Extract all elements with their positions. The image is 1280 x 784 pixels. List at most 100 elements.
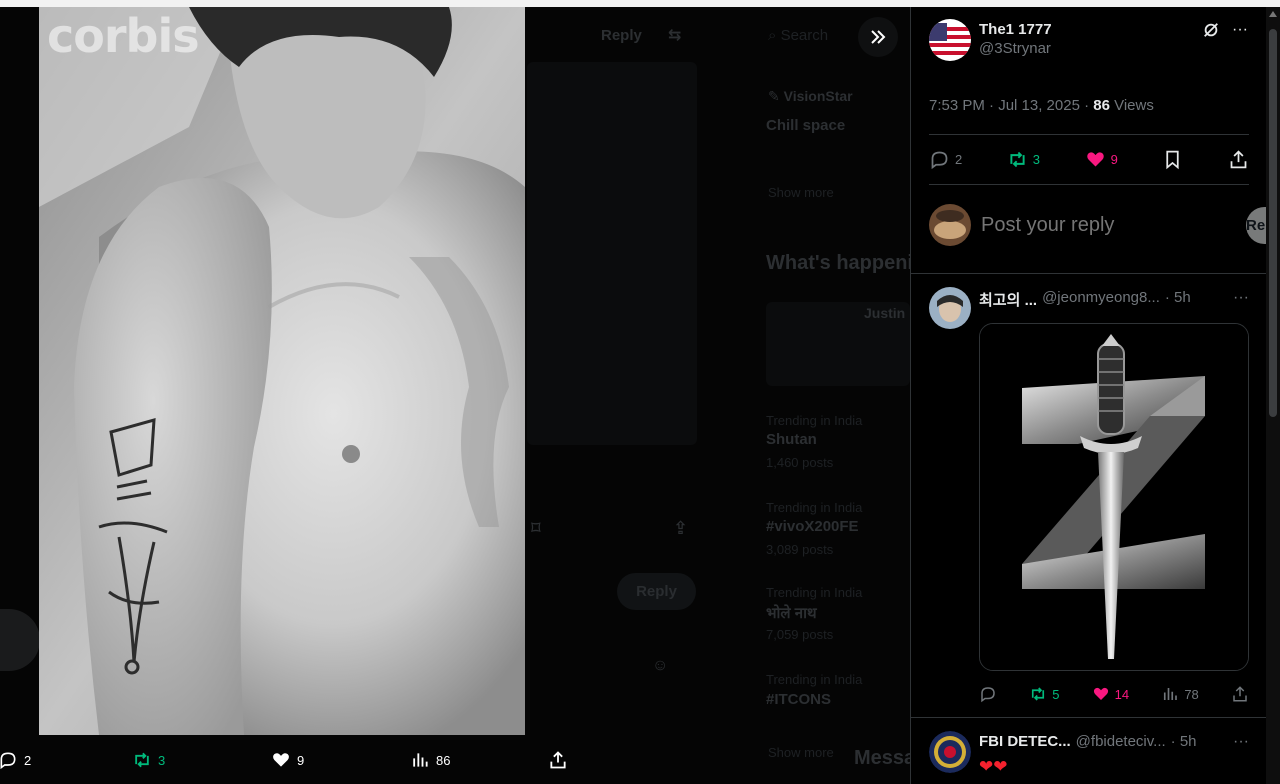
media-reply-count: 2 — [24, 752, 32, 768]
media-views-button[interactable]: 86 — [410, 750, 450, 770]
bg-trend-count: 7,059 posts — [766, 627, 834, 642]
collapse-panel-button[interactable] — [858, 17, 898, 57]
bookmark-button[interactable] — [1162, 149, 1183, 170]
bg-reply-pill: Reply — [617, 573, 696, 610]
media-reply-button[interactable]: 2 — [0, 750, 31, 770]
user-avatar-image — [929, 204, 971, 246]
reply-time[interactable]: · 5h — [1165, 289, 1191, 310]
bg-post-text: Chill space — [766, 117, 846, 134]
more-options-icon[interactable]: ··· — [1232, 21, 1248, 44]
reply-text: ❤❤ — [979, 757, 1008, 776]
bg-trend-context: Trending in India — [766, 413, 863, 428]
bg-emoji-icon: ☺ — [652, 657, 669, 674]
heart-icon — [273, 753, 289, 767]
author-handle[interactable]: @3Strynar — [979, 40, 1052, 57]
bg-swap-icon: ⇆ — [668, 27, 682, 44]
bg-trend-count: 1,460 posts — [766, 455, 834, 470]
reply-author-name[interactable]: 최고의 ... — [979, 289, 1037, 310]
more-options-icon[interactable]: ··· — [1233, 289, 1249, 307]
double-chevron-right-icon — [871, 30, 886, 44]
bg-trend-title: भोले नाथ — [766, 605, 817, 622]
bg-post-image — [527, 62, 697, 445]
reply-avatar[interactable] — [929, 287, 971, 329]
media-action-bar: 2 3 9 86 — [0, 742, 910, 780]
reply-author-handle[interactable]: @jeonmyeong8... — [1042, 289, 1160, 310]
post-actions: 2 3 9 — [929, 149, 1249, 170]
flag-avatar-image — [929, 19, 971, 61]
grok-icon[interactable] — [1202, 21, 1220, 44]
bg-show-more: Show more — [768, 185, 834, 200]
reply-composer: Reply — [929, 203, 1280, 247]
bg-share-icon: ⇪ — [673, 518, 689, 538]
author-avatar[interactable] — [929, 19, 971, 61]
photo-image — [39, 7, 525, 735]
bg-search: ⌕ Search — [768, 27, 829, 44]
reply-media-image[interactable] — [979, 323, 1249, 671]
share-icon — [550, 751, 566, 769]
reply-icon — [0, 752, 16, 770]
reply-views-button[interactable]: 78 — [1161, 685, 1199, 703]
reply-views-count: 78 — [1184, 686, 1199, 702]
reply-like-button[interactable]: 14 — [1092, 685, 1129, 703]
heart-icon — [1093, 687, 1108, 700]
media-like-button[interactable]: 9 — [271, 750, 304, 770]
reply-count: 2 — [955, 152, 963, 167]
like-button[interactable]: 9 — [1085, 149, 1118, 170]
media-photo[interactable]: corbis — [39, 7, 525, 735]
share-icon — [1230, 150, 1247, 169]
share-button[interactable] — [1228, 149, 1249, 170]
bg-whats-happening: What's happening — [766, 252, 910, 274]
my-avatar[interactable] — [929, 204, 971, 246]
reply-repost-button[interactable]: 5 — [1029, 685, 1059, 703]
like-count: 9 — [1110, 152, 1118, 167]
scrollbar-thumb[interactable] — [1269, 29, 1277, 417]
reply-time[interactable]: · 5h — [1171, 733, 1197, 750]
views-chart-icon — [1164, 688, 1178, 700]
media-share-button[interactable] — [548, 750, 568, 770]
post-detail-panel: The1 1777 @3Strynar ··· 7:53 PM · Jul 13… — [910, 7, 1280, 784]
reply-reply-button[interactable] — [979, 685, 997, 703]
author-name[interactable]: The1 1777 — [979, 21, 1052, 38]
views-chart-icon — [413, 753, 428, 767]
bg-prev-button — [0, 609, 40, 671]
bg-trend-context: Trending in India — [766, 500, 863, 515]
media-like-count: 9 — [297, 752, 305, 768]
heart-icon — [1086, 152, 1104, 167]
post-meta: 7:53 PM · Jul 13, 2025 · 86 Views — [929, 97, 1154, 114]
post-timestamp[interactable]: 7:53 PM · Jul 13, 2025 · — [929, 97, 1093, 114]
repost-count: 3 — [1032, 152, 1041, 167]
repost-icon — [135, 752, 149, 768]
reply-avatar-image — [929, 287, 971, 329]
bg-trend-context: Trending in India — [766, 672, 863, 687]
reply-actions: 5 14 78 — [979, 685, 1249, 703]
divider — [911, 273, 1267, 274]
media-repost-count: 3 — [158, 752, 166, 768]
reply-repost-count: 5 — [1052, 686, 1060, 702]
reply-share-button[interactable] — [1231, 685, 1249, 703]
reply-author-handle[interactable]: @fbideteciv... — [1076, 733, 1166, 750]
more-options-icon[interactable]: ··· — [1233, 733, 1249, 751]
scroll-up-arrow-icon[interactable] — [1269, 11, 1277, 17]
media-views-count: 86 — [436, 752, 451, 768]
bg-bookmark-icon: ⌑ — [531, 518, 541, 538]
reply-author-name[interactable]: FBI DETEC... — [979, 733, 1071, 750]
bg-trend-title: #ITCONS — [766, 691, 832, 708]
reply-like-count: 14 — [1114, 686, 1130, 702]
bookmark-icon — [1166, 150, 1180, 170]
bg-reply-label: Reply — [601, 27, 642, 44]
reply-input[interactable] — [981, 213, 1246, 237]
post-author: The1 1777 @3Strynar — [929, 19, 1052, 61]
repost-button[interactable]: 3 — [1007, 149, 1040, 170]
media-repost-button[interactable]: 3 — [132, 750, 165, 770]
bg-person-name: Justin — [864, 305, 906, 321]
reply-icon — [931, 151, 948, 170]
divider — [929, 184, 1249, 185]
bg-trend-title: Shutan — [766, 431, 817, 448]
window-top-strip — [0, 0, 1280, 7]
reply-item[interactable]: FBI DETEC... @fbideteciv... · 5h ··· — [929, 731, 1249, 773]
bg-trend-context: Trending in India — [766, 585, 863, 600]
scrollbar[interactable] — [1266, 7, 1280, 784]
reply-button[interactable]: 2 — [929, 149, 962, 170]
reply-avatar[interactable] — [929, 731, 971, 773]
bg-trend-title: #vivoX200FE — [766, 518, 859, 535]
